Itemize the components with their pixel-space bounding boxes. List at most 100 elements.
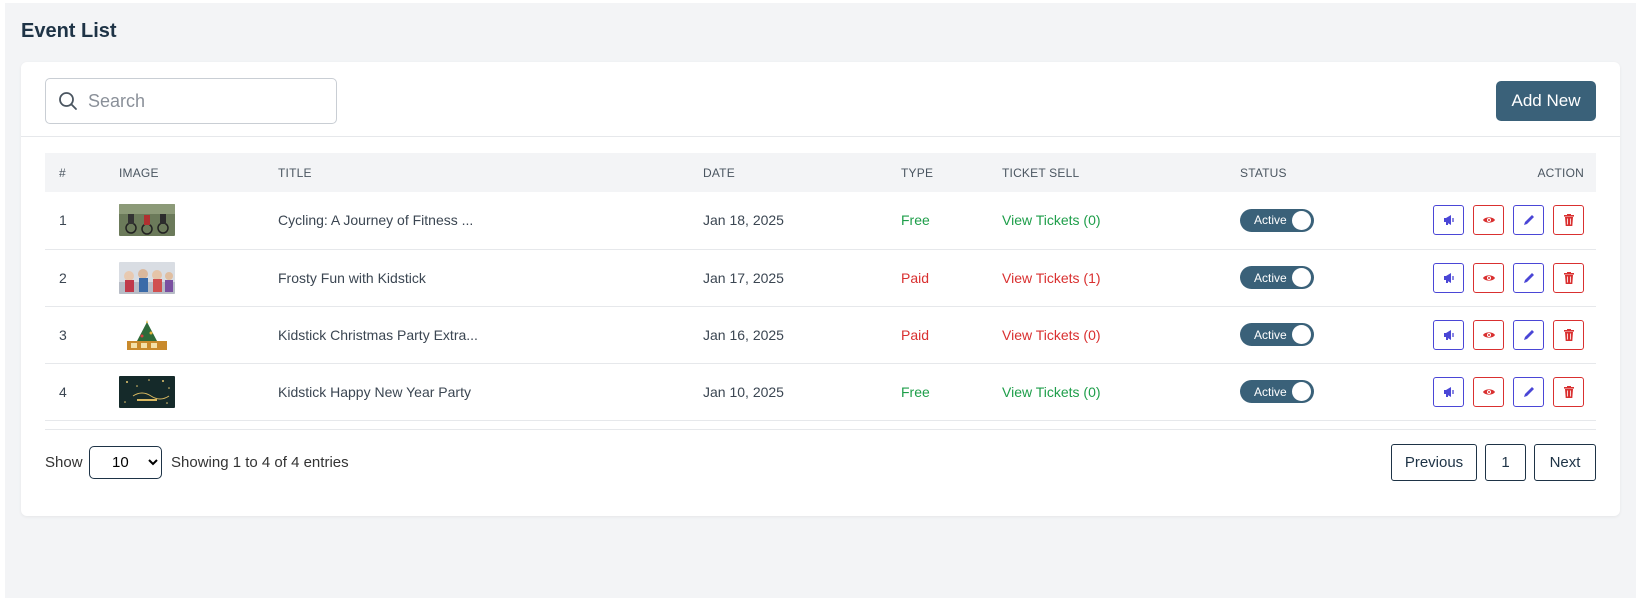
previous-page-button[interactable]: Previous	[1391, 444, 1477, 481]
status-toggle[interactable]: Active	[1240, 323, 1314, 346]
header-ticket-sell: TICKET SELL	[1002, 165, 1080, 180]
row-actions	[1433, 319, 1584, 350]
edit-button[interactable]	[1513, 205, 1544, 236]
status-toggle[interactable]: Active	[1240, 208, 1314, 232]
row-number: 1	[59, 212, 67, 229]
pagination: Previous 1 Next	[1391, 444, 1596, 481]
event-title: Kidstick Christmas Party Extra...	[278, 326, 478, 343]
trash-icon	[1563, 271, 1574, 284]
edit-button[interactable]	[1513, 262, 1544, 293]
view-tickets-link[interactable]: View Tickets (0)	[1002, 327, 1101, 343]
status-label: Active	[1254, 270, 1287, 285]
pencil-icon	[1523, 272, 1534, 283]
event-date: Jan 10, 2025	[703, 383, 784, 400]
eye-icon	[1482, 331, 1495, 338]
eye-icon	[1482, 274, 1495, 281]
table-footer: Show 10 Showing 1 to 4 of 4 entries Prev…	[45, 429, 1596, 485]
entries-info: Showing 1 to 4 of 4 entries	[171, 454, 349, 471]
view-button[interactable]	[1473, 262, 1504, 293]
event-title: Cycling: A Journey of Fitness ...	[278, 212, 474, 229]
header-type: TYPE	[901, 165, 934, 180]
event-type: Paid	[901, 269, 930, 286]
header-image: IMAGE	[119, 165, 159, 180]
megaphone-icon	[1443, 272, 1454, 283]
megaphone-icon	[1443, 386, 1454, 397]
promote-button[interactable]	[1433, 376, 1464, 407]
view-tickets-link[interactable]: View Tickets (1)	[1002, 270, 1101, 286]
eye-icon	[1482, 217, 1495, 223]
event-thumbnail-cycling	[119, 204, 175, 237]
status-label: Active	[1254, 384, 1287, 399]
search-box[interactable]	[45, 78, 337, 124]
eye-icon	[1482, 388, 1495, 395]
page-title: Event List	[21, 20, 117, 42]
table-row: 2 Frosty Fun with Kidstick Jan 17, 2025 …	[45, 249, 1596, 306]
show-label: Show	[45, 454, 83, 471]
add-new-button[interactable]: Add New	[1496, 81, 1596, 121]
status-label: Active	[1254, 327, 1287, 342]
view-button[interactable]	[1473, 376, 1504, 407]
view-button[interactable]	[1473, 319, 1504, 350]
pencil-icon	[1523, 329, 1534, 340]
toggle-knob	[1292, 210, 1311, 230]
status-label: Active	[1254, 213, 1287, 228]
header-title: TITLE	[278, 165, 312, 180]
event-type: Free	[901, 383, 930, 400]
row-actions	[1433, 262, 1584, 293]
status-toggle[interactable]: Active	[1240, 266, 1314, 289]
view-tickets-link[interactable]: View Tickets (0)	[1002, 212, 1101, 228]
row-number: 2	[59, 269, 67, 286]
event-date: Jan 18, 2025	[703, 212, 784, 229]
table-header-row: # IMAGE TITLE DATE TYPE TICKET SELL STAT…	[45, 153, 1596, 192]
megaphone-icon	[1443, 215, 1454, 226]
delete-button[interactable]	[1553, 205, 1584, 236]
event-thumbnail-frosty-fun	[119, 261, 175, 294]
event-title: Kidstick Happy New Year Party	[278, 383, 471, 400]
header-num: #	[59, 165, 66, 180]
header-status: STATUS	[1240, 165, 1287, 180]
page-size-select[interactable]: 10	[89, 446, 162, 479]
trash-icon	[1563, 385, 1574, 398]
pencil-icon	[1523, 386, 1534, 397]
search-input[interactable]	[88, 90, 328, 112]
event-thumbnail-new-year-party	[119, 375, 175, 408]
toggle-knob	[1292, 382, 1311, 401]
search-icon	[59, 92, 77, 110]
edit-button[interactable]	[1513, 319, 1544, 350]
trash-icon	[1563, 214, 1574, 227]
header-date: DATE	[703, 165, 735, 180]
table-row: 1 Cycling: A Journey of Fitness ... Jan …	[45, 192, 1596, 249]
status-toggle[interactable]: Active	[1240, 380, 1314, 403]
toggle-knob	[1292, 268, 1311, 287]
promote-button[interactable]	[1433, 205, 1464, 236]
page-1-button[interactable]: 1	[1485, 444, 1526, 481]
row-number: 3	[59, 326, 67, 343]
view-tickets-link[interactable]: View Tickets (0)	[1002, 384, 1101, 400]
event-type: Paid	[901, 326, 930, 343]
toolbar: Add New	[21, 62, 1620, 137]
row-number: 4	[59, 383, 67, 400]
delete-button[interactable]	[1553, 262, 1584, 293]
promote-button[interactable]	[1433, 262, 1464, 293]
toggle-knob	[1292, 325, 1311, 344]
view-button[interactable]	[1473, 205, 1504, 236]
event-type: Free	[901, 212, 930, 229]
event-title: Frosty Fun with Kidstick	[278, 269, 426, 286]
event-table-wrapper: # IMAGE TITLE DATE TYPE TICKET SELL STAT…	[45, 153, 1596, 421]
row-actions	[1433, 376, 1584, 407]
event-list-card: Add New # IMAGE TITLE DATE TYPE TICKET S…	[21, 62, 1620, 516]
promote-button[interactable]	[1433, 319, 1464, 350]
event-date: Jan 17, 2025	[703, 269, 784, 286]
pencil-icon	[1523, 215, 1534, 226]
edit-button[interactable]	[1513, 376, 1544, 407]
header-action: ACTION	[1537, 165, 1584, 180]
delete-button[interactable]	[1553, 376, 1584, 407]
table-row: 3 Kidstick Christmas Party Extra... Jan …	[45, 306, 1596, 363]
megaphone-icon	[1443, 329, 1454, 340]
row-actions	[1433, 205, 1584, 236]
next-page-button[interactable]: Next	[1534, 444, 1596, 481]
trash-icon	[1563, 328, 1574, 341]
table-row: 4 Kidstick Happy New Year Party Jan 10, …	[45, 363, 1596, 420]
delete-button[interactable]	[1553, 319, 1584, 350]
event-thumbnail-christmas-party	[119, 318, 175, 351]
